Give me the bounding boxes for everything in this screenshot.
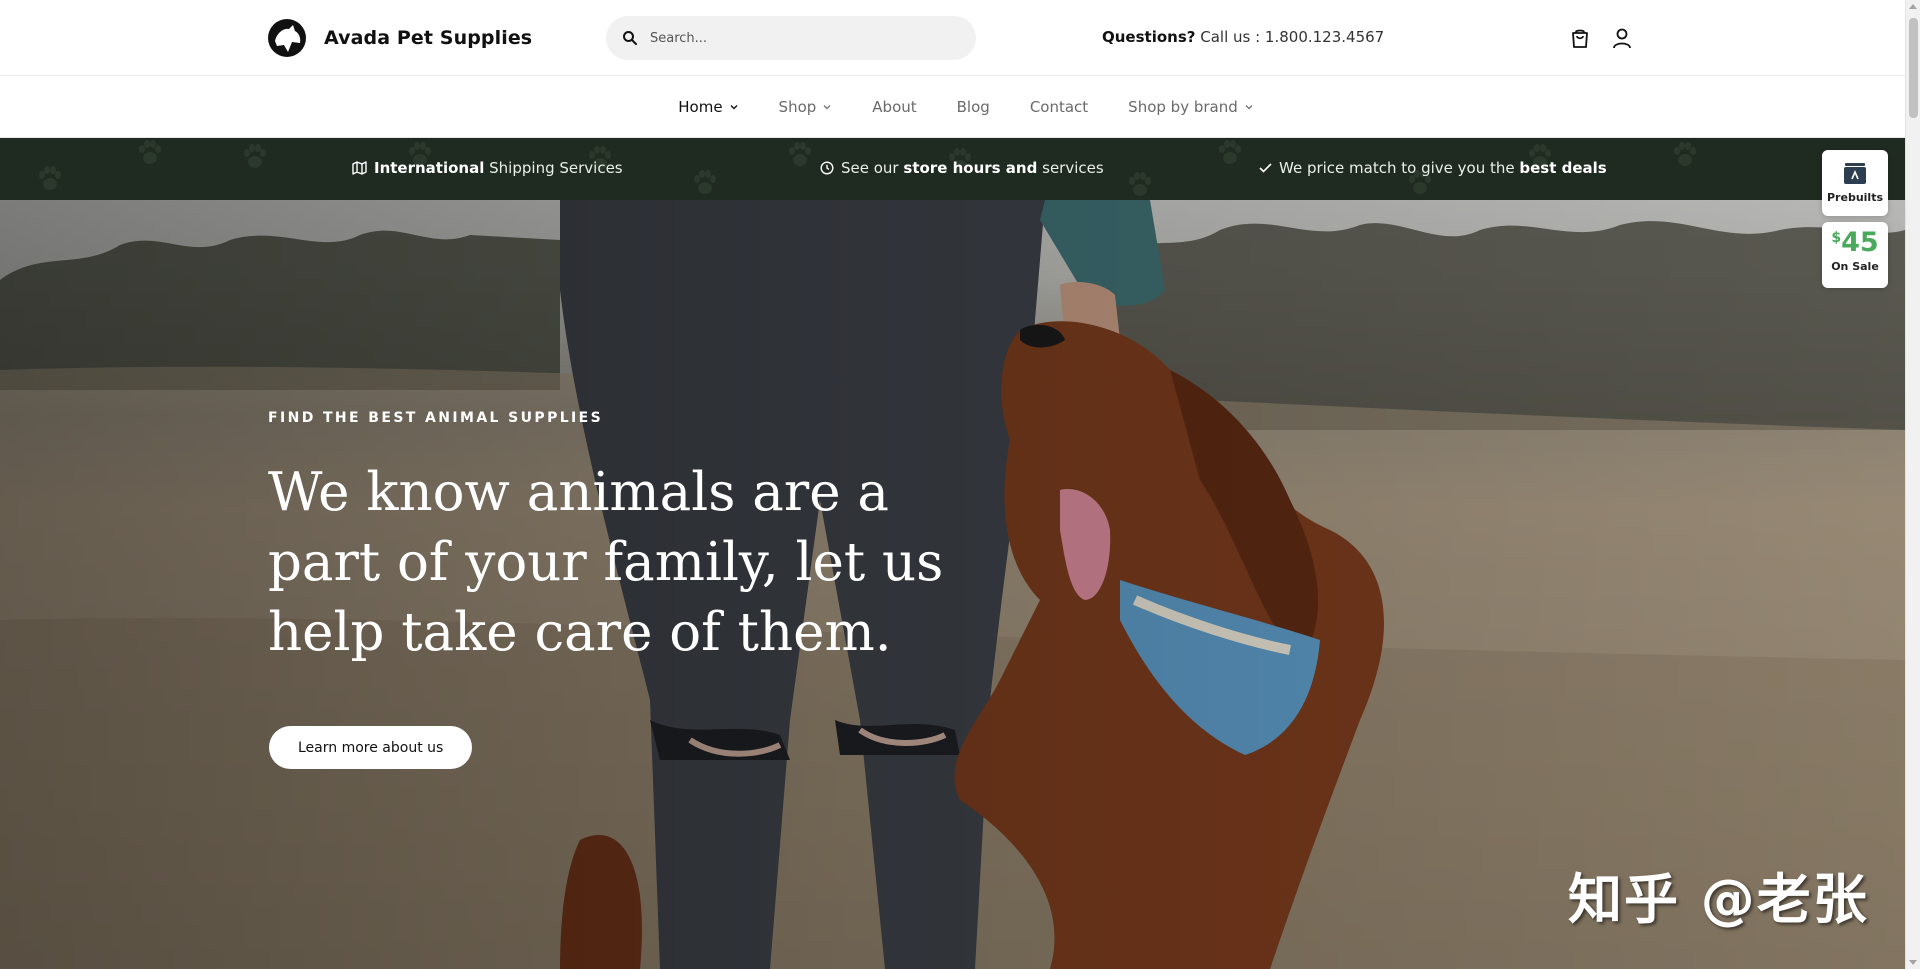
page-scrollbar[interactable]: [1905, 0, 1920, 969]
site-header: Avada Pet Supplies Questions? Call us : …: [0, 0, 1905, 76]
search-input[interactable]: [650, 30, 950, 46]
clock-icon: [820, 161, 834, 175]
questions-label: Questions?: [1102, 28, 1196, 46]
nav-label: Shop: [778, 98, 817, 116]
main-nav: Home Shop About Blog Contact Shop by bra…: [0, 77, 1905, 138]
brand-name: Avada Pet Supplies: [324, 27, 533, 49]
sale-currency: $: [1831, 230, 1842, 246]
phone-text: Call us : 1.800.123.4567: [1200, 28, 1385, 46]
shipping-bold: International: [374, 159, 485, 177]
chevron-down-icon: [730, 105, 738, 110]
nav-item-blog[interactable]: Blog: [957, 98, 990, 116]
promo-price-match: We price match to give you the best deal…: [1259, 159, 1607, 177]
on-sale-widget[interactable]: $ 45 On Sale: [1822, 222, 1888, 288]
prebuilts-label: Prebuilts: [1827, 191, 1883, 204]
hours-pre: See our: [841, 159, 899, 177]
nav-label: Contact: [1029, 98, 1089, 116]
shipping-text: Shipping Services: [489, 159, 623, 177]
nav-label: Blog: [956, 98, 990, 116]
nav-label: Home: [678, 98, 723, 116]
hours-bold: store hours and: [903, 159, 1038, 177]
on-sale-label: On Sale: [1831, 260, 1879, 273]
scroll-thumb[interactable]: [1909, 18, 1918, 118]
nav-item-shop[interactable]: Shop: [779, 98, 833, 116]
hours-text: services: [1042, 159, 1104, 177]
promo-hours: See our store hours and services: [820, 159, 1104, 177]
nav-item-shop-by-brand[interactable]: Shop by brand: [1128, 98, 1254, 116]
promo-bar: International Shipping Services See our …: [0, 138, 1905, 200]
chevron-down-icon: [823, 105, 831, 110]
brand-logo[interactable]: Avada Pet Supplies: [268, 19, 532, 57]
contact-phone: Questions? Call us : 1.800.123.4567: [1102, 28, 1384, 46]
checkmark-icon: [1259, 163, 1272, 173]
prebuilts-icon: [1844, 163, 1866, 184]
watermark: 知乎 @老张: [1568, 868, 1869, 931]
header-actions: [1567, 25, 1635, 51]
sale-price: $ 45: [1831, 228, 1878, 258]
map-icon: [352, 161, 367, 175]
user-icon[interactable]: [1609, 25, 1635, 51]
scroll-down-arrow-icon[interactable]: [1909, 960, 1917, 965]
search-icon: [623, 31, 637, 45]
hero-section: FIND THE BEST ANIMAL SUPPLIES We know an…: [0, 200, 1905, 969]
price-bold: best deals: [1519, 159, 1607, 177]
sale-amount: 45: [1841, 227, 1879, 258]
nav-item-about[interactable]: About: [872, 98, 916, 116]
nav-list: Home Shop About Blog Contact Shop by bra…: [678, 98, 1254, 116]
promo-shipping: International Shipping Services: [352, 159, 623, 177]
hero-headline: We know animals are a part of your famil…: [268, 462, 944, 663]
chevron-down-icon: [1245, 105, 1253, 110]
hero-eyebrow: FIND THE BEST ANIMAL SUPPLIES: [268, 410, 604, 426]
nav-item-home[interactable]: Home: [678, 98, 738, 116]
scroll-up-arrow-icon[interactable]: [1909, 4, 1917, 9]
price-pre: We price match to give you the: [1279, 159, 1515, 177]
learn-more-button[interactable]: Learn more about us: [269, 726, 473, 769]
prebuilts-widget[interactable]: Prebuilts: [1822, 150, 1888, 216]
shopping-bag-icon[interactable]: [1567, 25, 1593, 51]
nav-item-contact[interactable]: Contact: [1030, 98, 1088, 116]
nav-label: About: [872, 98, 917, 116]
nav-label: Shop by brand: [1128, 98, 1238, 116]
logo-icon: [268, 19, 306, 57]
search-bar[interactable]: [606, 16, 976, 60]
